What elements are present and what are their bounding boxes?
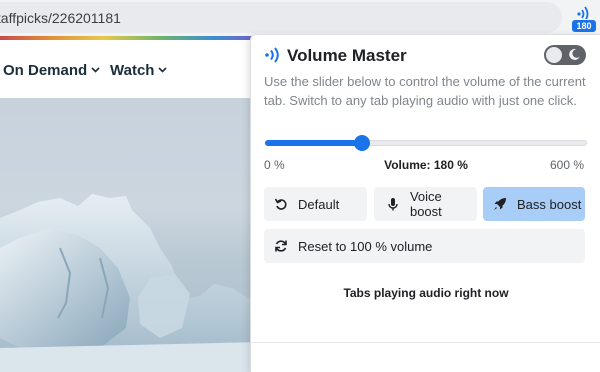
hero-image-iceberg[interactable]: [0, 98, 260, 372]
browser-toolbar: /staffpicks/226201181 180: [0, 0, 600, 37]
site-navigation: On Demand Watch: [0, 40, 260, 98]
dark-mode-toggle[interactable]: [544, 45, 586, 65]
nav-watch[interactable]: Watch: [110, 62, 168, 79]
bass-boost-button[interactable]: Bass boost: [483, 187, 585, 221]
nav-watch-label: Watch: [110, 62, 155, 79]
audio-tabs-heading: Tabs playing audio right now: [343, 286, 509, 300]
chevron-down-icon: [91, 67, 100, 73]
iceberg-illustration: [0, 194, 260, 372]
divider: [251, 342, 600, 343]
popup-title: Volume Master: [287, 46, 407, 65]
default-button-label: Default: [298, 196, 340, 212]
voice-boost-button[interactable]: Voice boost: [374, 187, 477, 221]
url-text[interactable]: /staffpicks/226201181: [0, 10, 121, 26]
chevron-down-icon: [158, 67, 168, 73]
slider-fill: [265, 140, 362, 146]
volume-badge: 180: [572, 20, 596, 32]
volume-slider[interactable]: [265, 132, 587, 154]
rocket-icon: [494, 198, 506, 210]
volume-max-label: 600 %: [549, 158, 584, 172]
default-button[interactable]: Default: [264, 187, 367, 221]
volume-current-label: Volume: 180 %: [384, 158, 468, 172]
moon-icon: [569, 48, 580, 60]
nav-on-demand[interactable]: On Demand: [3, 62, 100, 79]
volume-waves-icon: [577, 6, 589, 19]
toggle-knob: [546, 47, 562, 63]
bass-boost-button-label: Bass boost: [517, 196, 582, 212]
nav-on-demand-label: On Demand: [3, 62, 88, 79]
popup-description: Use the slider below to control the volu…: [264, 74, 586, 108]
reset-volume-button[interactable]: Reset to 100 % volume: [264, 229, 585, 263]
slider-thumb[interactable]: [354, 135, 370, 151]
refresh-icon: [275, 240, 287, 252]
volume-master-extension-button[interactable]: 180: [571, 5, 597, 32]
undo-icon: [274, 198, 287, 210]
volume-min-label: 0 %: [264, 158, 285, 172]
voice-boost-button-label: Voice boost: [409, 189, 442, 219]
volume-waves-icon: [265, 47, 279, 63]
volume-master-popup: Volume Master Use the slider below to co…: [250, 34, 600, 372]
address-bar[interactable]: /staffpicks/226201181: [0, 2, 562, 33]
reset-volume-button-label: Reset to 100 % volume: [298, 238, 433, 254]
microphone-icon: [388, 198, 398, 211]
